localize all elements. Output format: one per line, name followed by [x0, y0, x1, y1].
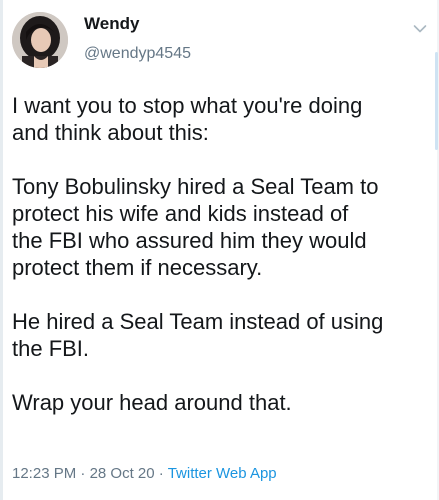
tweet-card: Wendy @wendyp4545 I want you to stop wha…	[0, 0, 439, 500]
tweet-line: Wrap your head around that.	[12, 390, 292, 415]
tweet-text: I want you to stop what you're doing and…	[12, 92, 428, 416]
tweet-paragraph: Wrap your head around that.	[12, 389, 428, 416]
tweet-paragraph: He hired a Seal Team instead of using th…	[12, 308, 428, 362]
tweet-line: protect his wife and kids instead of	[12, 201, 349, 226]
tweet-source-link[interactable]: Twitter Web App	[168, 465, 277, 482]
tweet-time[interactable]: 12:23 PM	[12, 465, 76, 482]
left-border	[0, 0, 3, 500]
tweet-paragraph: Tony Bobulinsky hired a Seal Team to pro…	[12, 173, 428, 281]
display-name[interactable]: Wendy	[84, 14, 139, 34]
scrollbar-thumb[interactable]	[435, 52, 438, 150]
separator-dot: ·	[80, 465, 86, 482]
tweet-line: I want you to stop what you're doing	[12, 93, 363, 118]
tweet-line: and think about this:	[12, 120, 209, 145]
tweet-line: He hired a Seal Team instead of using	[12, 309, 384, 334]
tweet-line: Tony Bobulinsky hired a Seal Team to	[12, 174, 379, 199]
tweet-metadata: 12:23 PM · 28 Oct 20 · Twitter Web App	[12, 465, 277, 482]
tweet-date[interactable]: 28 Oct 20	[90, 465, 155, 482]
avatar[interactable]	[12, 12, 68, 68]
tweet-line: protect them if necessary.	[12, 255, 263, 280]
username-handle[interactable]: @wendyp4545	[84, 45, 191, 63]
tweet-line: the FBI.	[12, 336, 90, 361]
avatar-image	[12, 12, 68, 68]
chevron-down-icon[interactable]	[413, 24, 427, 34]
separator-dot: ·	[158, 465, 164, 482]
tweet-paragraph: I want you to stop what you're doing and…	[12, 92, 428, 146]
tweet-line: the FBI who assured him they would	[12, 228, 367, 253]
